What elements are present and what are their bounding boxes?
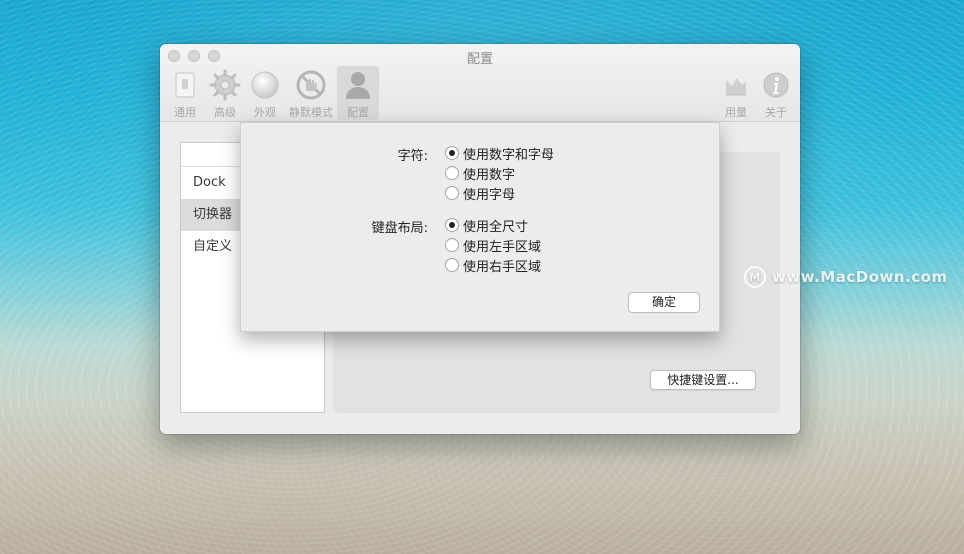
radio-option-digits[interactable]: 使用数字	[445, 163, 515, 183]
radio-label: 使用右手区域	[463, 259, 542, 275]
radio-option-left-hand[interactable]: 使用左手区域	[445, 235, 541, 255]
toolbar-item-silent-mode[interactable]: 静默模式	[288, 66, 334, 120]
radio-label: 使用左手区域	[463, 239, 542, 255]
watermark: M www.MacDown.com	[744, 266, 948, 288]
radio-button[interactable]	[445, 186, 459, 200]
keyboard-options-sheet: 字符: 使用数字和字母 使用数字 使用字母 键盘布局: 使用全尺寸 使用左手区域…	[240, 122, 720, 332]
toolbar-item-about[interactable]: 关于	[755, 66, 797, 120]
toolbar-item-advanced[interactable]: 高级	[204, 66, 246, 120]
toolbar-label: 静默模式	[289, 106, 333, 119]
info-icon	[760, 69, 792, 101]
characters-label: 字符:	[397, 149, 428, 164]
title-bar: 配置 通用 高级 外观 静默模式 配置 用量 关于	[160, 44, 800, 122]
macdown-logo-icon: M	[744, 266, 766, 288]
user-icon	[342, 69, 374, 101]
ok-button[interactable]: 确定	[628, 292, 700, 313]
radio-label: 使用全尺寸	[463, 219, 529, 235]
radio-button[interactable]	[445, 218, 459, 232]
toolbar-item-usage[interactable]: 用量	[715, 66, 757, 120]
radio-label: 使用字母	[463, 187, 516, 203]
radio-option-letters[interactable]: 使用字母	[445, 183, 515, 203]
toolbar-item-general[interactable]: 通用	[164, 66, 206, 120]
radio-option-right-hand[interactable]: 使用右手区域	[445, 255, 541, 275]
radio-label: 使用数字	[463, 167, 516, 183]
general-icon	[169, 69, 201, 101]
radio-button[interactable]	[445, 238, 459, 252]
toolbar-label: 关于	[765, 106, 787, 119]
radio-label: 使用数字和字母	[463, 147, 555, 163]
toolbar-label: 通用	[174, 106, 196, 119]
shortcut-settings-button[interactable]: 快捷键设置...	[650, 370, 756, 390]
toolbar-label: 外观	[254, 106, 276, 119]
toolbar-label: 用量	[725, 106, 747, 119]
appearance-icon	[249, 69, 281, 101]
gear-icon	[209, 69, 241, 101]
radio-button[interactable]	[445, 258, 459, 272]
radio-button[interactable]	[445, 166, 459, 180]
toolbar-label: 配置	[347, 106, 369, 119]
toolbar-item-appearance[interactable]: 外观	[244, 66, 286, 120]
watermark-text: www.MacDown.com	[772, 268, 948, 286]
keyboard-layout-label: 键盘布局:	[371, 221, 428, 236]
usage-chart-icon	[720, 69, 752, 101]
toolbar-item-config[interactable]: 配置	[337, 66, 379, 120]
window-title: 配置	[466, 52, 493, 67]
silent-mode-icon	[295, 69, 327, 101]
radio-option-full-size[interactable]: 使用全尺寸	[445, 215, 528, 235]
radio-option-digits-letters[interactable]: 使用数字和字母	[445, 143, 554, 163]
toolbar-label: 高级	[214, 106, 236, 119]
radio-button[interactable]	[445, 146, 459, 160]
